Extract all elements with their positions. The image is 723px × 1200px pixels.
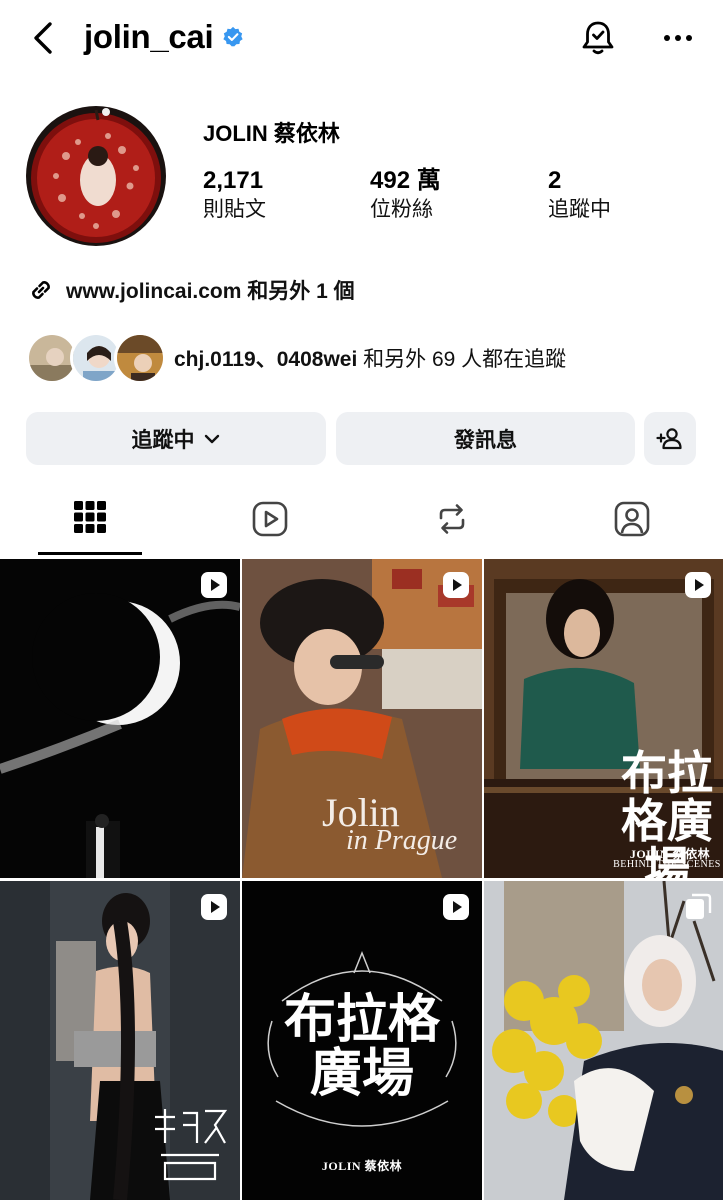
post-tile[interactable]: 布拉格廣場 JOLIN 蔡依林: [242, 881, 482, 1200]
back-arrow-icon[interactable]: [26, 18, 62, 58]
following-stat[interactable]: 2 追蹤中: [548, 166, 611, 224]
post-tile[interactable]: Jolin in Prague: [242, 559, 482, 878]
post-thumbnail: [0, 559, 240, 878]
repost-icon: [439, 504, 465, 534]
tab-reels[interactable]: [218, 494, 322, 556]
add-user-icon: [656, 427, 682, 449]
post-tile[interactable]: [484, 881, 723, 1200]
profile-username: jolin_cai: [84, 18, 214, 55]
tab-tagged[interactable]: [580, 494, 684, 556]
tab-reposts[interactable]: [400, 494, 504, 556]
more-options-icon[interactable]: [658, 22, 698, 54]
message-button[interactable]: 發訊息: [336, 412, 635, 465]
tagged-user-icon: [614, 501, 650, 537]
mutual-avatar: [114, 332, 166, 384]
grid-icon: [74, 501, 106, 533]
message-button-label: 發訊息: [454, 428, 517, 452]
post-thumbnail: [484, 881, 723, 1200]
posts-grid: Jolin in Prague 布拉格廣場 JOLIN 蔡依林 BEHIND T…: [0, 559, 723, 1200]
followers-stat[interactable]: 492 萬 位粉絲: [370, 166, 441, 224]
mutual-followers[interactable]: chj.0119、0408wei 和另外 69 人都在追蹤: [26, 330, 566, 386]
posts-stat[interactable]: 2,171 則貼文: [203, 166, 266, 224]
profile-tabs: [0, 494, 723, 556]
profile-display-name: JOLIN 蔡依林: [203, 121, 340, 146]
post-watermark: [140, 1103, 240, 1190]
mutual-avatars: [26, 330, 166, 386]
carousel-badge-icon: [686, 893, 712, 919]
post-subtitle: in Prague: [346, 825, 458, 856]
following-label: 追蹤中: [548, 198, 611, 221]
reel-badge-icon: [201, 894, 227, 920]
following-count: 2: [548, 167, 562, 194]
top-bar: jolin_cai: [0, 0, 723, 78]
mutual-suffix: 和另外 69 人都在追蹤: [357, 348, 567, 371]
post-tile[interactable]: [0, 881, 240, 1200]
profile-link[interactable]: www.jolincai.com 和另外 1 個: [26, 274, 355, 306]
post-brand: JOLIN 蔡依林: [321, 1159, 403, 1173]
avatar-image: [26, 106, 166, 246]
verified-badge-icon: [223, 26, 243, 47]
post-title-cn: 布拉格廣場: [283, 989, 440, 1104]
profile-avatar[interactable]: [26, 106, 166, 246]
link-icon: [32, 281, 50, 299]
title-logo-icon: [155, 1109, 228, 1181]
active-tab-indicator: [38, 552, 142, 555]
mutual-names: chj.0119、0408wei: [174, 348, 358, 371]
followers-count: 492 萬: [370, 167, 441, 194]
suggested-users-button[interactable]: [644, 412, 696, 465]
post-tile[interactable]: 布拉格廣場 JOLIN 蔡依林 BEHIND THE SCENES: [484, 559, 723, 878]
chevron-down-icon: [204, 434, 219, 443]
notification-bell-icon[interactable]: [578, 18, 618, 58]
reel-badge-icon: [443, 894, 469, 920]
posts-label: 則貼文: [203, 198, 266, 221]
following-button[interactable]: 追蹤中: [26, 412, 326, 465]
post-tile[interactable]: [0, 559, 240, 878]
reel-badge-icon: [685, 572, 711, 598]
following-button-label: 追蹤中: [131, 428, 195, 452]
tab-posts-grid[interactable]: [38, 494, 142, 556]
reel-badge-icon: [201, 572, 227, 598]
mutual-followers-text: chj.0119、0408wei 和另外 69 人都在追蹤: [174, 343, 566, 373]
profile-link-text: www.jolincai.com 和另外 1 個: [66, 280, 355, 303]
reel-badge-icon: [443, 572, 469, 598]
reels-icon: [252, 501, 288, 537]
post-caption: BEHIND THE SCENES: [613, 859, 721, 870]
followers-label: 位粉絲: [370, 198, 433, 221]
posts-count: 2,171: [203, 167, 264, 194]
